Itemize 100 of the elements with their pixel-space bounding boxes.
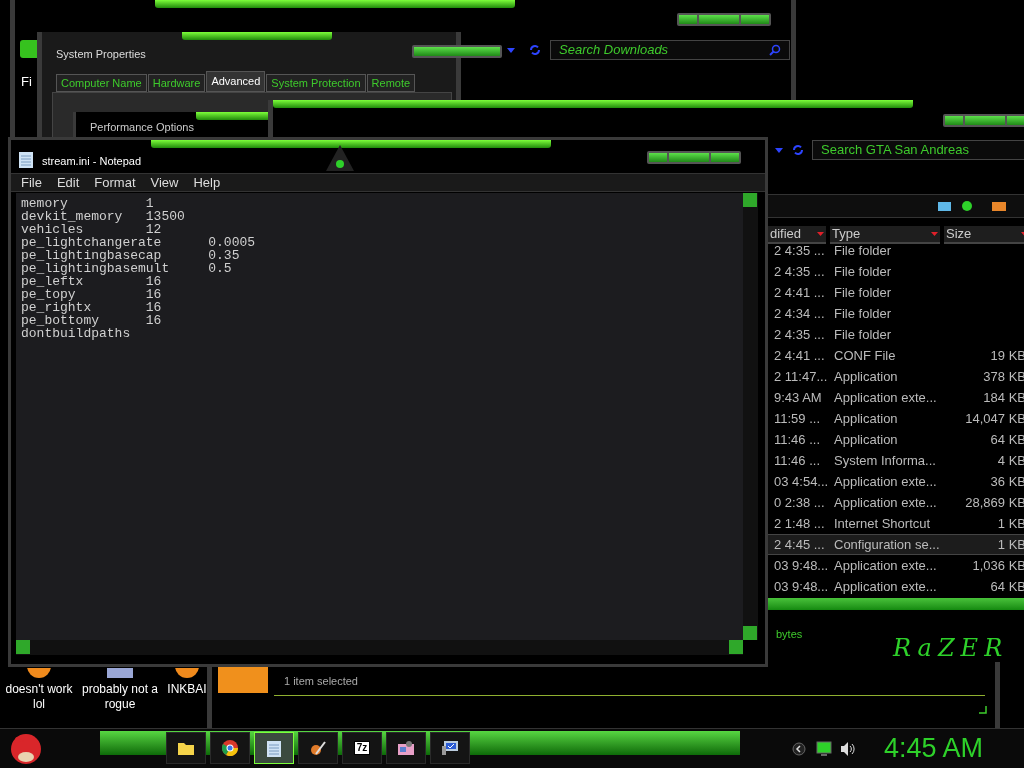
- search-field[interactable]: Search GTA San Andreas: [812, 140, 1024, 160]
- table-cell-text: 9:43 AM: [773, 388, 823, 407]
- table-cell-text: Application exte...: [834, 577, 938, 596]
- taskbar-button[interactable]: 7z: [342, 732, 382, 764]
- maximize-button[interactable]: [699, 15, 739, 24]
- text-line: dontbuildpaths: [21, 327, 131, 340]
- tab[interactable]: Remote: [366, 74, 416, 92]
- table-cell-text: File folder: [834, 283, 893, 302]
- close-button[interactable]: [472, 47, 500, 56]
- monitor-icon[interactable]: [816, 741, 832, 757]
- photos-icon: [397, 740, 415, 756]
- desktop-icon-label[interactable]: INKBAI: [167, 682, 207, 697]
- table-cell-text: System Informa...: [834, 451, 937, 470]
- minimize-button[interactable]: [679, 15, 697, 24]
- minimize-button[interactable]: [945, 116, 963, 125]
- table-cell-text: 2 4:45 ...: [773, 535, 826, 554]
- minimize-button[interactable]: [649, 153, 667, 162]
- file-row[interactable]: 2 4:35 ... File folder: [768, 261, 1024, 282]
- table-cell-text: Internet Shortcut: [834, 514, 932, 533]
- text-line: memory 1: [21, 197, 154, 210]
- clock[interactable]: 4:45 AM: [884, 733, 984, 763]
- file-row[interactable]: 2 4:35 ... File folder: [768, 324, 1024, 345]
- table-cell-text: Application: [834, 367, 899, 386]
- search-icon[interactable]: [769, 44, 781, 56]
- table-cell-text: Application: [834, 409, 899, 428]
- file-row[interactable]: 2 4:34 ... File folder: [768, 303, 1024, 324]
- text-line: vehicles 12: [21, 223, 162, 236]
- minimize-button[interactable]: [414, 47, 432, 56]
- taskbar-button[interactable]: [386, 732, 426, 764]
- table-cell-text: 2 4:35 ...: [773, 262, 826, 281]
- emblem-icon: [326, 145, 354, 171]
- table-cell-text: 11:59 ...: [773, 409, 821, 428]
- taskbar-button[interactable]: [430, 732, 470, 764]
- window-title: System Properties: [56, 47, 146, 62]
- text-line: pe_lightingbasecap 0.35: [21, 249, 240, 262]
- menu-item[interactable]: Help: [193, 172, 221, 193]
- menu-item[interactable]: Format: [94, 172, 136, 193]
- search-field[interactable]: Search Downloads: [550, 40, 790, 60]
- add-icon[interactable]: [962, 201, 972, 211]
- tab[interactable]: Hardware: [147, 74, 206, 92]
- table-cell-text: 2 11:47...: [773, 367, 829, 386]
- column-header[interactable]: Type: [830, 226, 940, 244]
- maximize-button[interactable]: [965, 116, 1005, 125]
- brush-icon: [310, 740, 326, 756]
- menu-item[interactable]: Edit: [56, 172, 80, 193]
- menu-item[interactable]: Fi: [21, 72, 32, 92]
- text-line: pe_bottomy 16: [21, 314, 162, 327]
- column-header[interactable]: dified: [768, 226, 826, 244]
- close-button[interactable]: [711, 153, 739, 162]
- speaker-icon[interactable]: [840, 741, 856, 757]
- window-title: Performance Options: [90, 121, 194, 134]
- table-cell-text: File folder: [834, 241, 893, 260]
- table-cell-text: Configuration se...: [834, 535, 941, 554]
- table-cell-text: 2 4:41 ...: [773, 283, 826, 302]
- column-header[interactable]: Size: [944, 226, 1024, 244]
- logo: RaZER: [893, 633, 1009, 664]
- table-cell-text: File folder: [834, 325, 893, 344]
- table-cell-text: 11:46 ...: [773, 430, 821, 449]
- text-line: devkit_memory 13500: [21, 210, 185, 223]
- tab[interactable]: Computer Name: [56, 74, 147, 92]
- table-cell-text: 2 4:34 ...: [773, 304, 826, 323]
- taskbar-button[interactable]: [210, 732, 250, 764]
- menu-item[interactable]: File: [21, 172, 42, 193]
- text-line: pe_lightingbasemult 0.5: [21, 262, 232, 275]
- table-cell-text: 03 9:48...: [773, 556, 830, 575]
- status-text: bytes: [776, 627, 803, 642]
- tab[interactable]: System Protection: [266, 74, 366, 92]
- table-cell-text: Application exte...: [834, 472, 938, 491]
- taskbar-button[interactable]: [298, 732, 338, 764]
- status-text: 1 item selected: [283, 674, 359, 690]
- file-row[interactable]: 2 4:41 ... File folder: [768, 282, 1024, 303]
- text-line: pe_rightx 16: [21, 301, 162, 314]
- table-cell-text: 2 4:35 ...: [773, 325, 826, 344]
- refresh-icon[interactable]: [528, 43, 542, 57]
- chevron-icon[interactable]: [792, 742, 806, 756]
- app-icon: [20, 40, 40, 58]
- table-cell-text: File folder: [834, 262, 893, 281]
- dropdown-caret-icon[interactable]: [507, 48, 515, 53]
- refresh-icon[interactable]: [791, 143, 805, 157]
- taskbar-button[interactable]: [166, 732, 206, 764]
- close-button[interactable]: [741, 15, 769, 24]
- desktop-icon-label[interactable]: doesn't work lol: [0, 682, 78, 712]
- menu-item[interactable]: View: [150, 172, 179, 193]
- notepad-icon: [19, 151, 33, 168]
- resize-grip-icon[interactable]: [979, 706, 987, 714]
- table-cell-text: Application exte...: [834, 556, 938, 575]
- table-cell-text: Application: [834, 430, 899, 449]
- table-cell-text: File folder: [834, 304, 893, 323]
- folder-icon: [177, 740, 195, 756]
- text-area[interactable]: memory 1 devkit_memory 13500 vehicles 12 pe_lightchangerate 0.0005 pe_lightingbasecap 0.35 pe_lightingbasemult 0.5 pe_leftx 16 pe_topy 16 pe_rightx 16 pe_bottomy 16 dontbuildpaths: [16, 193, 743, 640]
- archive-icon: 7z: [353, 741, 371, 755]
- table-cell-text: 0 2:38 ...: [773, 493, 826, 512]
- table-cell-text: 03 4:54...: [773, 472, 830, 491]
- dropdown-caret-icon[interactable]: [775, 148, 783, 153]
- desktop-icon-label[interactable]: probably not a rogue: [81, 682, 159, 712]
- maximize-button[interactable]: [669, 153, 709, 162]
- tab[interactable]: Advanced: [206, 71, 266, 92]
- text-line: pe_topy 16: [21, 288, 162, 301]
- sort-caret-icon: [817, 232, 824, 236]
- table-cell-text: CONF File: [834, 346, 897, 365]
